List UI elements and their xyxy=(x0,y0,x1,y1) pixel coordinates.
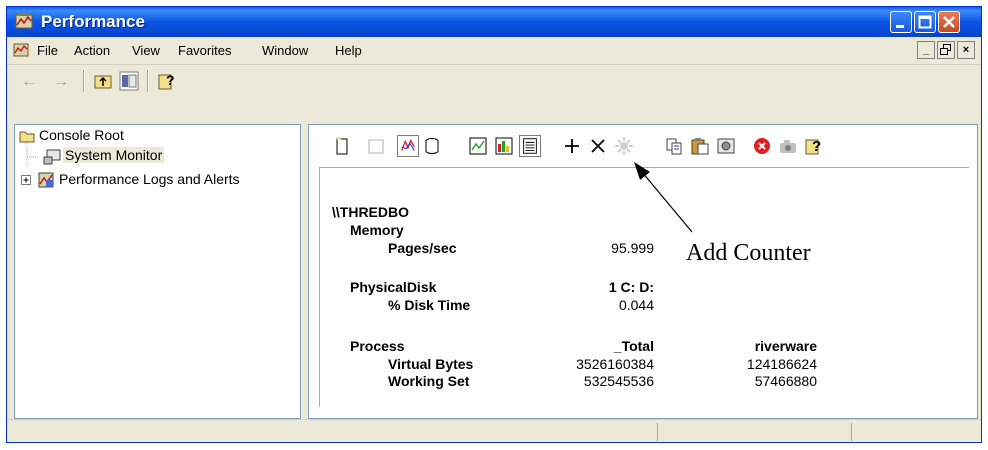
report-object-memory: Memory xyxy=(350,222,404,238)
folder-icon xyxy=(19,131,35,143)
view-graph-icon[interactable] xyxy=(467,135,489,157)
minimize-button[interactable] xyxy=(890,11,912,33)
title-bar[interactable]: Performance xyxy=(7,7,981,37)
up-folder-icon[interactable] xyxy=(93,71,113,91)
view-histogram-icon[interactable] xyxy=(493,135,515,157)
report-counter-value: 3526160384 xyxy=(576,356,654,372)
help-icon[interactable]: ? xyxy=(157,71,177,91)
menu-favorites[interactable]: Favorites xyxy=(178,43,231,58)
report-instance: _Total xyxy=(613,338,654,354)
menu-help[interactable]: Help xyxy=(335,43,362,58)
console-menu-icon[interactable] xyxy=(13,42,29,58)
console-tree: Console Root System Monitor Performance … xyxy=(14,124,301,419)
callout-add-counter-label: Add Counter xyxy=(686,240,811,266)
report-counter-name: Virtual Bytes xyxy=(388,356,474,372)
status-segment xyxy=(657,423,851,441)
view-report-icon[interactable] xyxy=(519,135,541,157)
report-counter-name: % Disk Time xyxy=(388,297,471,313)
system-monitor-icon xyxy=(43,149,61,165)
report-instance: riverware xyxy=(754,338,817,354)
report-counter-name: Pages/sec xyxy=(388,240,457,256)
clear-display-icon[interactable] xyxy=(365,135,387,157)
highlight-icon[interactable] xyxy=(613,135,635,157)
maximize-button[interactable] xyxy=(914,11,936,33)
menu-action[interactable]: Action xyxy=(74,43,110,58)
close-icon xyxy=(943,16,955,28)
tree-expand-icon[interactable] xyxy=(21,175,32,186)
view-log-data-icon[interactable] xyxy=(421,135,443,157)
performance-logs-icon xyxy=(38,172,54,188)
menu-bar: File Action View Favorites Window Help _… xyxy=(7,38,981,65)
report-counter-value: 95.999 xyxy=(611,240,654,256)
report-counter-value: 0.044 xyxy=(618,297,654,313)
status-segment xyxy=(851,423,979,441)
report-object-process: Process xyxy=(350,338,405,354)
window-title: Performance xyxy=(41,12,145,31)
svg-text:?: ? xyxy=(166,72,175,88)
update-data-icon[interactable] xyxy=(777,135,799,157)
main-toolbar: ← → ? xyxy=(7,65,981,95)
menu-window[interactable]: Window xyxy=(262,43,308,58)
toolbar-separator xyxy=(147,70,149,92)
status-bar xyxy=(7,419,981,444)
minimize-icon xyxy=(896,25,904,28)
new-counter-set-icon[interactable] xyxy=(331,135,353,157)
report-object-physicaldisk: PhysicalDisk xyxy=(350,279,437,295)
mdi-minimize-button[interactable]: _ xyxy=(917,41,935,59)
report-counter-name: Working Set xyxy=(388,373,470,389)
report-counter-value: 57466880 xyxy=(754,373,817,389)
toolbar-separator xyxy=(83,70,85,92)
back-arrow-icon[interactable]: ← xyxy=(21,73,37,91)
performance-app-icon xyxy=(15,13,33,29)
system-monitor-toolbar: ? xyxy=(317,129,967,163)
callout-arrow xyxy=(634,162,693,233)
mdi-restore-button[interactable] xyxy=(937,41,955,59)
tree-item-console-root[interactable]: Console Root xyxy=(39,127,124,143)
restore-icon xyxy=(940,44,951,55)
svg-text:?: ? xyxy=(812,138,821,155)
report-counter-value: 124186624 xyxy=(746,356,817,372)
close-button[interactable] xyxy=(938,11,960,33)
menu-file[interactable]: File xyxy=(37,43,58,58)
report-instance: 1 C: D: xyxy=(608,279,654,295)
report-machine: \\THREDBO xyxy=(332,204,409,220)
copy-properties-icon[interactable] xyxy=(663,135,685,157)
view-current-activity-icon[interactable] xyxy=(397,135,419,157)
status-segment xyxy=(11,423,657,441)
forward-arrow-icon[interactable]: → xyxy=(53,73,69,91)
performance-window: Performance File Action View Favorites W… xyxy=(6,6,982,443)
add-counter-icon[interactable] xyxy=(561,135,583,157)
delete-counter-icon[interactable] xyxy=(587,135,609,157)
paste-counter-list-icon[interactable] xyxy=(689,135,711,157)
report-counter-value: 532545536 xyxy=(583,373,654,389)
mdi-close-button[interactable]: × xyxy=(957,41,975,59)
tree-item-system-monitor[interactable]: System Monitor xyxy=(63,147,165,163)
show-hide-tree-icon[interactable] xyxy=(119,71,139,91)
help-icon[interactable]: ? xyxy=(803,135,825,157)
freeze-display-icon[interactable] xyxy=(751,135,773,157)
maximize-icon xyxy=(918,15,932,29)
tree-item-performance-logs[interactable]: Performance Logs and Alerts xyxy=(59,171,240,187)
menu-view[interactable]: View xyxy=(132,43,160,58)
properties-icon[interactable] xyxy=(715,135,737,157)
